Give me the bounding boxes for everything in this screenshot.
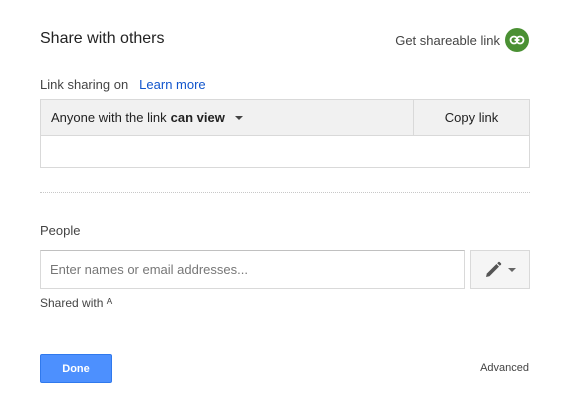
advanced-link[interactable]: Advanced bbox=[480, 362, 529, 374]
access-prefix: Anyone with the link bbox=[51, 110, 167, 125]
copy-link-button[interactable]: Copy link bbox=[413, 100, 529, 135]
permission-menu-button[interactable] bbox=[470, 250, 530, 289]
get-shareable-link-button[interactable]: Get shareable link bbox=[395, 28, 529, 52]
shared-with-text: Shared with ᴬ bbox=[40, 296, 113, 310]
done-button[interactable]: Done bbox=[40, 354, 112, 383]
shareable-link-field[interactable] bbox=[41, 136, 529, 167]
chevron-down-icon bbox=[508, 267, 516, 272]
chevron-down-icon bbox=[234, 115, 243, 120]
learn-more-link[interactable]: Learn more bbox=[139, 77, 205, 92]
link-icon[interactable] bbox=[505, 28, 529, 52]
link-access-dropdown[interactable]: Anyone with the link can view bbox=[41, 100, 413, 135]
pencil-icon bbox=[484, 261, 502, 279]
people-input[interactable] bbox=[40, 250, 465, 289]
dialog-title: Share with others bbox=[40, 30, 165, 47]
link-sharing-status: Link sharing on bbox=[40, 77, 129, 92]
get-shareable-link-label: Get shareable link bbox=[395, 32, 500, 48]
link-sharing-box: Anyone with the link can view Copy link bbox=[40, 99, 530, 168]
share-dialog: Share with others Get shareable link Lin… bbox=[0, 0, 569, 414]
section-divider bbox=[40, 192, 530, 193]
link-sharing-row: Link sharing on Learn more bbox=[40, 77, 206, 92]
people-label: People bbox=[40, 223, 81, 238]
link-access-bar: Anyone with the link can view Copy link bbox=[41, 100, 529, 136]
access-level: can view bbox=[170, 110, 225, 125]
